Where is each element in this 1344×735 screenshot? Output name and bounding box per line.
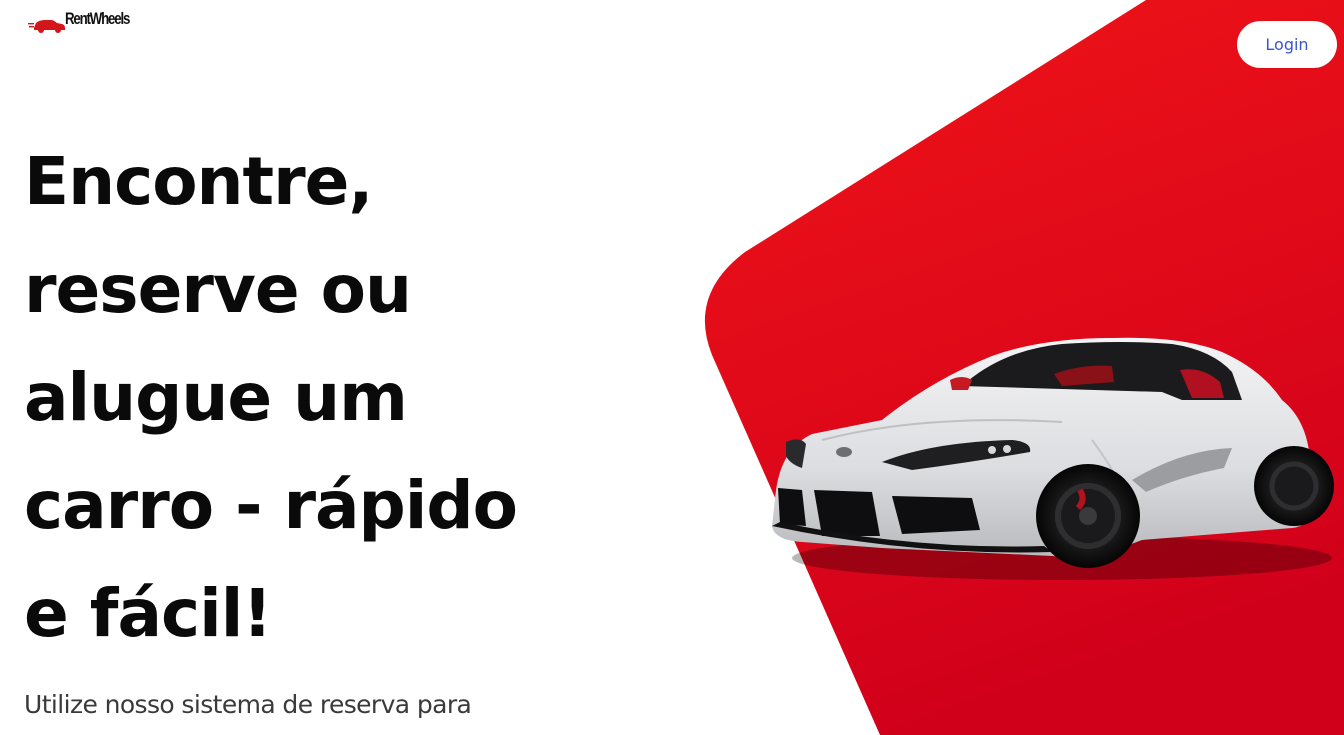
headline-line: alugue um (24, 359, 408, 436)
headline-line: e fácil! (24, 575, 272, 652)
login-button[interactable]: Login (1237, 21, 1337, 68)
red-car-icon (28, 20, 65, 33)
headline-line: carro - rápido (24, 467, 518, 544)
hero-subtext: Utilize nosso sistema de reserva para (24, 690, 472, 719)
brand-logo[interactable]: RentWheels (28, 8, 147, 38)
hero-headline: Encontre, reserve ou alugue um carro - r… (24, 128, 584, 668)
sports-car-image (772, 337, 1334, 580)
headline-line: reserve ou (24, 251, 412, 328)
landing-page: RentWheels Login Encontre, reserve ou al… (0, 0, 1344, 735)
headline-line: Encontre, (24, 143, 373, 220)
brand-name: RentWheels (65, 9, 130, 28)
